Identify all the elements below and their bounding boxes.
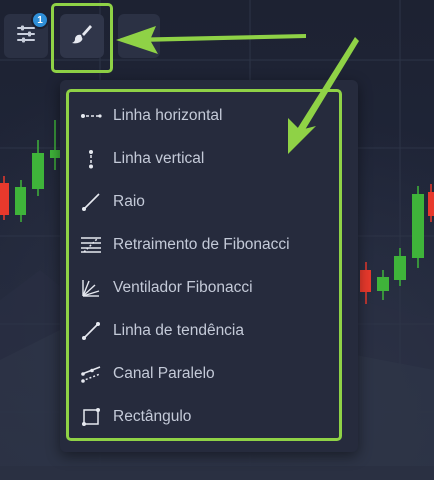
vertical-line-icon — [80, 148, 102, 170]
fibonacci-fan-icon — [80, 277, 102, 299]
menu-item-rectangle[interactable]: Rectângulo — [72, 395, 338, 438]
candle-up — [15, 187, 26, 215]
fibonacci-retracement-icon — [80, 234, 102, 256]
line-tool-button[interactable] — [118, 14, 160, 58]
candle-up — [50, 150, 60, 158]
menu-item-label: Retraimento de Fibonacci — [113, 235, 290, 253]
trading-chart-screen: 1 Linha horizontal Linha vertical Raio R… — [0, 0, 434, 480]
menu-item-fibonacci-retracement[interactable]: Retraimento de Fibonacci — [72, 223, 338, 266]
menu-item-label: Canal Paralelo — [113, 364, 215, 382]
menu-item-fibonacci-fan[interactable]: Ventilador Fibonacci — [72, 266, 338, 309]
menu-item-label: Ventilador Fibonacci — [113, 278, 253, 296]
rectangle-icon — [80, 406, 102, 428]
candle-up — [394, 256, 406, 280]
menu-item-trend-line[interactable]: Linha de tendência — [72, 309, 338, 352]
candles-left — [0, 120, 60, 222]
candle-up — [32, 153, 44, 189]
menu-item-label: Raio — [113, 192, 145, 210]
parallel-channel-icon — [80, 363, 102, 385]
ray-icon — [80, 191, 102, 213]
candle-down — [428, 192, 434, 216]
candle-down — [360, 270, 371, 292]
drawing-tools-list: Linha horizontal Linha vertical Raio Ret… — [72, 94, 338, 438]
menu-item-horizontal-line[interactable]: Linha horizontal — [72, 94, 338, 137]
menu-item-vertical-line[interactable]: Linha vertical — [72, 137, 338, 180]
menu-item-label: Linha vertical — [113, 149, 205, 167]
candle-up — [412, 194, 424, 258]
candles-right — [360, 184, 434, 304]
trend-line-icon — [80, 320, 102, 342]
candle-up — [377, 277, 389, 291]
menu-item-label: Linha de tendência — [113, 321, 245, 339]
bottom-bar — [0, 466, 434, 480]
horizontal-line-icon — [80, 105, 102, 127]
menu-item-ray[interactable]: Raio — [72, 180, 338, 223]
sliders-icon — [16, 25, 36, 48]
menu-item-label: Linha horizontal — [113, 106, 223, 124]
candle-down — [0, 183, 9, 215]
notification-badge: 1 — [31, 11, 49, 29]
menu-item-label: Rectângulo — [113, 407, 192, 425]
drawing-tools-button[interactable] — [60, 14, 104, 58]
menu-item-parallel-channel[interactable]: Canal Paralelo — [72, 352, 338, 395]
brush-icon — [71, 23, 93, 50]
line-tool-icon — [132, 27, 146, 45]
